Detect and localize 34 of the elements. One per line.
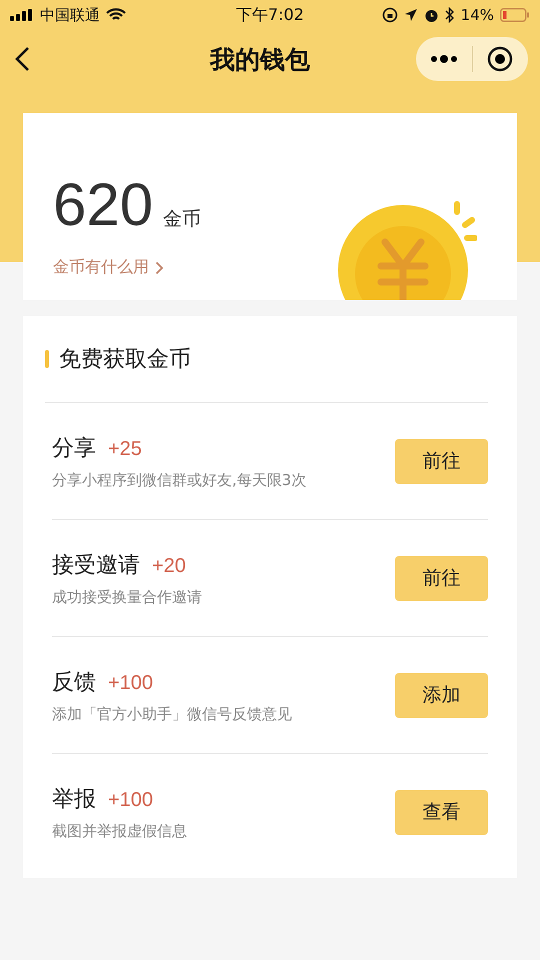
back-icon[interactable] <box>14 46 30 72</box>
task-description: 分享小程序到微信群或好友,每天限3次 <box>52 470 308 490</box>
task-action-button[interactable]: 添加 <box>395 672 488 718</box>
task-name: 反馈 <box>52 668 96 696</box>
task-name: 举报 <box>52 786 96 814</box>
coin-unit: 金币 <box>163 207 202 232</box>
reward-points: +100 <box>108 672 154 694</box>
battery-percent: 14% <box>460 6 494 24</box>
task-description: 成功接受换量合作邀请 <box>52 588 203 606</box>
task-name: 接受邀请 <box>52 552 140 580</box>
more-icon[interactable] <box>430 55 457 63</box>
task-action-button[interactable]: 前往 <box>395 556 488 600</box>
rotation-lock-icon <box>382 7 398 23</box>
task-action-button[interactable]: 查看 <box>395 790 488 834</box>
chevron-icon <box>155 260 164 274</box>
location-icon <box>404 8 418 22</box>
battery-icon <box>500 8 530 22</box>
section-title: 免费获取金币 <box>59 346 191 374</box>
close-icon[interactable] <box>487 46 514 72</box>
task-action-button[interactable]: 前往 <box>395 438 488 484</box>
reward-points: +100 <box>108 788 154 812</box>
signal-icon <box>10 9 34 21</box>
page-title: 我的钱包 <box>208 44 311 76</box>
reward-points: +20 <box>152 554 186 578</box>
task-name: 分享 <box>52 434 96 462</box>
clock-time: 下午7:02 <box>236 4 304 26</box>
bluetooth-icon <box>444 7 455 23</box>
coin-amount: 620 <box>53 175 154 235</box>
alarm-icon <box>424 8 439 22</box>
reward-points: +25 <box>108 438 142 460</box>
task-description: 截图并举报虚假信息 <box>52 822 188 840</box>
carrier-name: 中国联通 <box>40 6 100 24</box>
wifi-icon <box>106 8 126 22</box>
task-description: 添加「官方小助手」微信号反馈意见 <box>52 704 293 724</box>
